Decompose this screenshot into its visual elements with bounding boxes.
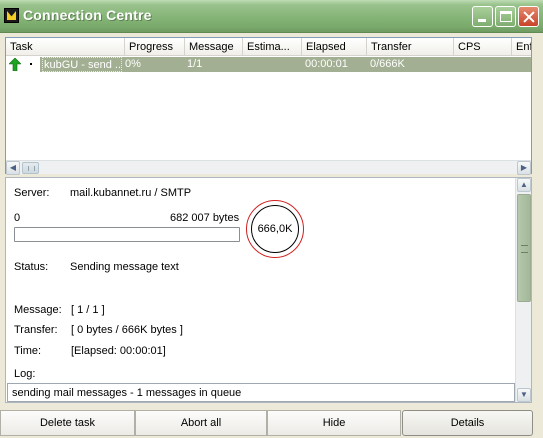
task-row[interactable]: kubGU - send ... 0% 1/1 00:00:01 0/666K xyxy=(6,57,531,72)
log-label: Log: xyxy=(14,368,36,380)
delete-task-button[interactable]: Delete task xyxy=(0,410,135,436)
window-title: Connection Centre xyxy=(23,7,152,23)
server-value: mail.kubannet.ru / SMTP xyxy=(70,187,192,199)
details-panel: Server: mail.kubannet.ru / SMTP 0 682 00… xyxy=(5,177,532,403)
chevron-right-icon: ▶ xyxy=(520,163,528,172)
scroll-right-button[interactable]: ▶ xyxy=(517,161,531,175)
gauge-value: 666,0K xyxy=(251,205,299,253)
column-header-estimate[interactable]: Estima... xyxy=(243,38,302,55)
server-label: Server: xyxy=(14,187,50,199)
details-vertical-scrollbar[interactable]: ▲ ▼ xyxy=(515,178,531,402)
app-logo-icon[interactable] xyxy=(4,8,19,23)
task-list-header: Task Progress Message Estima... Elapsed … xyxy=(6,38,531,56)
task-elapsed: 00:00:01 xyxy=(305,58,348,70)
transfer-label: Transfer: xyxy=(14,324,58,336)
minimize-icon xyxy=(478,19,486,22)
transfer-value: [ 0 bytes / 666K bytes ] xyxy=(71,324,183,336)
scroll-up-button[interactable]: ▲ xyxy=(517,178,531,192)
column-header-task[interactable]: Task xyxy=(6,38,125,55)
scroll-left-button[interactable]: ◀ xyxy=(6,161,20,175)
abort-all-button[interactable]: Abort all xyxy=(135,410,267,436)
task-list-horizontal-scrollbar[interactable]: ◀ ▶ xyxy=(6,160,531,175)
maximize-icon xyxy=(500,11,512,22)
log-entry[interactable]: sending mail messages - 1 messages in qu… xyxy=(7,383,515,402)
details-button[interactable]: Details xyxy=(402,410,533,436)
horizontal-scroll-thumb[interactable] xyxy=(22,162,39,174)
minimize-button[interactable] xyxy=(472,6,493,27)
message-label: Message: xyxy=(14,304,62,316)
status-label: Status: xyxy=(14,261,49,273)
task-progress: 0% xyxy=(125,58,141,70)
speed-gauge: 666,0K xyxy=(246,200,304,258)
progress-total-label: 682 007 bytes xyxy=(170,212,240,224)
status-value: Sending message text xyxy=(70,261,179,273)
message-value: [ 1 / 1 ] xyxy=(71,304,105,316)
task-name: kubGU - send ... xyxy=(42,57,122,72)
column-header-extra[interactable]: Enf xyxy=(512,38,531,55)
maximize-button[interactable] xyxy=(495,6,516,27)
progress-start-label: 0 xyxy=(14,212,21,224)
column-header-message[interactable]: Message xyxy=(185,38,243,55)
column-header-cps[interactable]: CPS xyxy=(454,38,512,55)
column-header-elapsed[interactable]: Elapsed xyxy=(302,38,367,55)
transfer-progress-bar xyxy=(14,227,240,242)
time-value: [Elapsed: 00:00:01] xyxy=(71,345,166,357)
hide-button[interactable]: Hide xyxy=(267,410,401,436)
close-button[interactable] xyxy=(518,6,539,27)
time-label: Time: xyxy=(14,345,42,357)
chevron-up-icon: ▲ xyxy=(520,180,528,189)
task-message: 1/1 xyxy=(187,58,203,70)
column-header-transfer[interactable]: Transfer xyxy=(367,38,454,55)
task-transfer: 0/666K xyxy=(370,58,405,70)
vertical-scroll-thumb[interactable] xyxy=(517,194,531,302)
upload-arrow-icon xyxy=(9,58,21,71)
row-bullet xyxy=(30,63,32,65)
chevron-left-icon: ◀ xyxy=(9,163,17,172)
scroll-down-button[interactable]: ▼ xyxy=(517,388,531,402)
chevron-down-icon: ▼ xyxy=(520,390,528,399)
task-list[interactable]: Task Progress Message Estima... Elapsed … xyxy=(5,37,532,174)
title-bar[interactable]: Connection Centre xyxy=(0,0,543,33)
column-header-progress[interactable]: Progress xyxy=(125,38,185,55)
